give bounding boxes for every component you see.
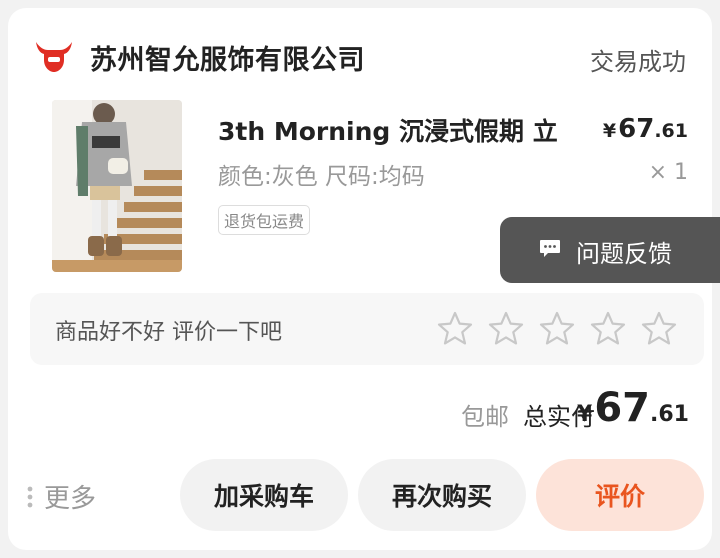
chat-bubble-icon — [540, 240, 560, 257]
total-currency: ¥ — [577, 402, 593, 427]
product-quantity: × 1 — [648, 160, 688, 185]
review-prompt[interactable]: 商品好不好 评价一下吧 — [30, 293, 704, 365]
feedback-button[interactable]: 问题反馈 — [500, 217, 720, 283]
total-paid-amount: ¥67.61 — [577, 385, 689, 431]
more-button[interactable]: 更多 — [26, 478, 96, 515]
feedback-label: 问题反馈 — [576, 240, 672, 268]
add-to-cart-button[interactable]: 加采购车 — [180, 459, 348, 531]
star-icon[interactable] — [640, 310, 678, 348]
price-integer: 67 — [618, 114, 655, 144]
free-shipping-label: 包邮 — [461, 403, 509, 431]
star-icon[interactable] — [589, 310, 627, 348]
price-decimal: .61 — [654, 120, 688, 142]
review-prompt-text: 商品好不好 评价一下吧 — [55, 320, 282, 345]
price-currency: ¥ — [602, 120, 617, 142]
star-icon[interactable] — [538, 310, 576, 348]
review-button[interactable]: 评价 — [536, 459, 704, 531]
product-title[interactable]: 3th Morning 沉浸式假期 立 — [218, 112, 563, 148]
product-price: ¥67.61 — [603, 114, 688, 144]
star-icon[interactable] — [487, 310, 525, 348]
order-status: 交易成功 — [590, 48, 686, 76]
total-decimal: .61 — [650, 402, 689, 427]
star-rating[interactable] — [436, 310, 678, 348]
shop-name[interactable]: 苏州智允服饰有限公司 — [90, 38, 365, 77]
bull-head-icon — [36, 42, 72, 72]
buy-again-button[interactable]: 再次购买 — [358, 459, 526, 531]
star-icon[interactable] — [436, 310, 474, 348]
product-image[interactable] — [52, 100, 182, 272]
return-shipping-tag: 退货包运费 — [218, 205, 311, 235]
vertical-dots-icon — [27, 486, 33, 507]
total-integer: 67 — [594, 385, 651, 431]
more-label: 更多 — [44, 484, 97, 514]
product-spec: 颜色:灰色 尺码:均码 — [218, 164, 425, 190]
